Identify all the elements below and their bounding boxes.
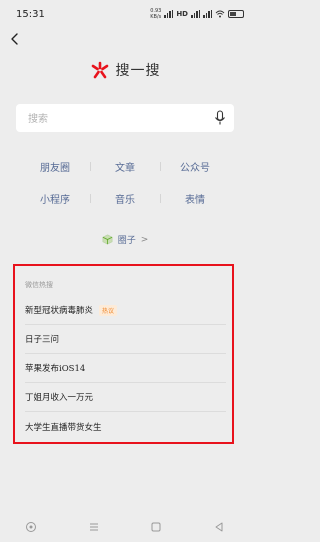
square-nav-icon[interactable] [149,520,163,534]
logo-text: 搜一搜 [115,63,161,79]
category-official-accounts[interactable]: 公众号 [160,159,230,174]
hot-search-item[interactable]: 日子三问 [25,325,226,354]
hot-search-item[interactable]: 苹果发布iOS14 [25,354,226,383]
signal-icon [164,10,174,18]
system-nav-bar [0,512,250,542]
microphone-icon[interactable] [214,110,226,126]
hot-badge: 热议 [99,304,118,316]
battery-icon [228,10,244,18]
hot-search-panel: 微信热搜 新型冠状病毒肺炎 热议 日子三问 苹果发布iOS14 丁姐月收入一万元… [13,264,234,444]
status-indicators: 0.93 KB/s HD [150,8,244,20]
category-moments[interactable]: 朋友圈 [20,159,90,174]
hot-search-item-text: 新型冠状病毒肺炎 [25,306,94,316]
hd-label: HD [176,10,188,18]
search-categories: 朋友圈 文章 公众号 小程序 音乐 表情 [20,152,230,216]
hot-search-item[interactable]: 大学生直播带货女生 [25,412,226,441]
triangle-back-nav-icon[interactable] [212,520,226,534]
search-input[interactable] [26,110,210,128]
category-mini-programs[interactable]: 小程序 [20,191,90,206]
wifi-icon [215,10,225,18]
hot-search-item[interactable]: 丁姐月收入一万元 [25,383,226,412]
logo: 搜一搜 [0,60,250,80]
search-box[interactable] [16,104,234,132]
network-speed-unit: KB/s [150,14,162,20]
circle-nav-icon[interactable] [24,520,38,534]
category-music[interactable]: 音乐 [90,191,160,206]
hot-search-title: 微信热搜 [25,281,53,289]
hot-search-item-text: 丁姐月收入一万元 [25,393,94,403]
hot-search-item-text: 日子三问 [25,335,60,345]
network-speed: 0.93 KB/s [150,8,161,20]
asterisk-logo-icon [91,61,108,79]
hot-search-item-text: 大学生直播带货女生 [25,422,102,433]
category-articles[interactable]: 文章 [90,159,160,174]
hot-search-item[interactable]: 新型冠状病毒肺炎 热议 [25,296,226,325]
status-bar: 15:31 0.93 KB/s HD [0,0,250,28]
chevron-right-icon: > [140,234,149,245]
status-time: 15:31 [16,9,45,20]
chevron-left-icon[interactable] [8,32,22,46]
hot-search-item-text: 苹果发布iOS14 [25,364,86,374]
hot-search-list: 新型冠状病毒肺炎 热议 日子三问 苹果发布iOS14 丁姐月收入一万元 大学生直… [25,296,226,441]
category-row: 小程序 音乐 表情 [20,184,230,212]
circle-link-label: 圈子 [117,236,136,246]
signal-icon-3 [203,10,212,18]
signal-icon-2 [191,10,200,18]
menu-nav-icon[interactable] [87,520,101,534]
circle-link[interactable]: 圈子 > [0,233,250,246]
search-page: 15:31 0.93 KB/s HD 搜一搜 搜索 朋友圈 文章 公众号 小程序… [0,0,250,542]
cube-icon [102,234,113,245]
category-stickers[interactable]: 表情 [160,191,230,206]
category-row: 朋友圈 文章 公众号 [20,152,230,180]
